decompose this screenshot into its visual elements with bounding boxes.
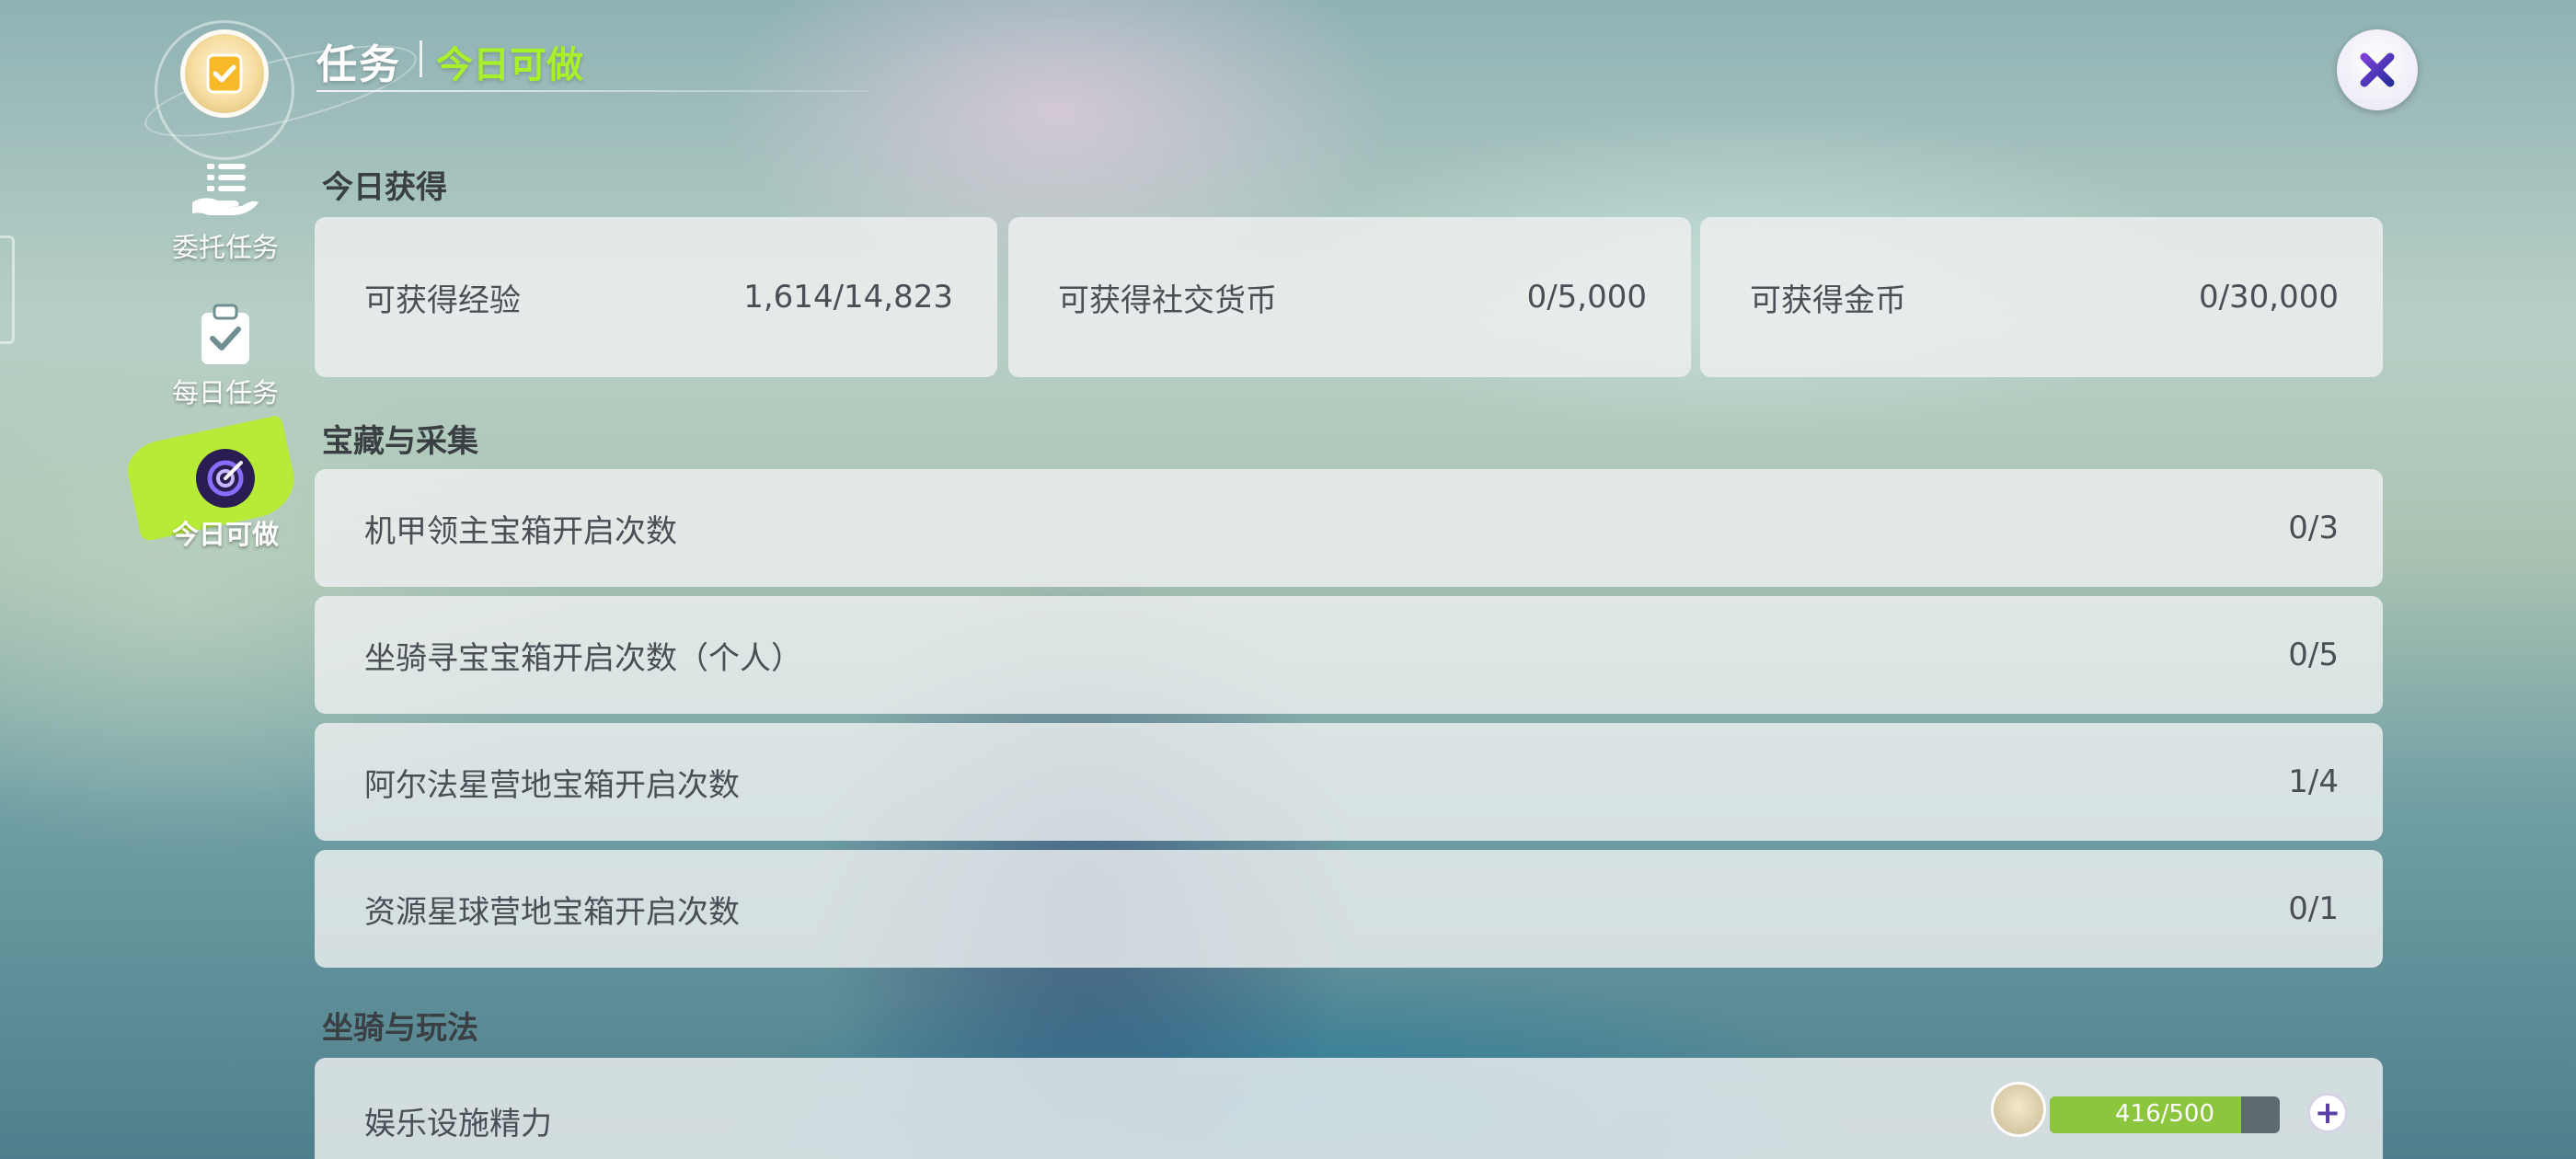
gain-card-label: 可获得金币: [1750, 281, 1906, 319]
gain-card-gold[interactable]: 可获得金币 0/30,000: [1700, 217, 2383, 377]
list-item[interactable]: 坐骑寻宝宝箱开启次数（个人） 0/5: [315, 596, 2383, 714]
page-title: 任务: [316, 41, 401, 88]
gain-card-label: 可获得经验: [364, 281, 521, 319]
list-item-value: 1/4: [2288, 763, 2339, 800]
energy-progress-text: 416/500: [2114, 1100, 2214, 1128]
gain-card-label: 可获得社交货币: [1058, 281, 1277, 319]
task-clipboard-icon: [180, 29, 269, 118]
list-item-label: 坐骑寻宝宝箱开启次数（个人）: [364, 639, 802, 677]
close-x-icon: [2360, 52, 2395, 87]
target-icon: [196, 449, 255, 508]
list-item[interactable]: 娱乐设施精力 416/500 +: [315, 1058, 2383, 1159]
sidebar-item-daily-tasks[interactable]: 每日任务: [156, 304, 294, 410]
list-item-label: 机甲领主宝箱开启次数: [364, 512, 677, 550]
energy-icon: [1991, 1082, 2046, 1137]
gain-card-value: 0/30,000: [2198, 279, 2339, 316]
sidebar-edge-tab: [0, 235, 15, 344]
gain-card-exp[interactable]: 可获得经验 1,614/14,823: [315, 217, 997, 377]
header-underline: [316, 90, 868, 92]
list-item-label: 阿尔法星营地宝箱开启次数: [364, 766, 740, 804]
page-subtitle: 今日可做: [436, 44, 583, 86]
clipboard-check-icon: [201, 304, 249, 364]
list-item[interactable]: 机甲领主宝箱开启次数 0/3: [315, 469, 2383, 587]
list-item[interactable]: 阿尔法星营地宝箱开启次数 1/4: [315, 723, 2383, 841]
gain-card-value: 0/5,000: [1526, 279, 1647, 316]
list-item-label: 娱乐设施精力: [364, 1106, 552, 1142]
hand-list-icon: [192, 164, 259, 215]
add-energy-button[interactable]: +: [2307, 1093, 2348, 1133]
list-item-value: 0/1: [2288, 890, 2339, 927]
list-item-value: 0/5: [2288, 637, 2339, 673]
section-title-today-gain: 今日获得: [322, 169, 447, 206]
title-divider: [420, 40, 422, 77]
sidebar-item-label: 每日任务: [171, 377, 279, 408]
sidebar-item-commission-tasks[interactable]: 委托任务: [156, 158, 294, 265]
list-item[interactable]: 资源星球营地宝箱开启次数 0/1: [315, 850, 2383, 968]
gain-card-value: 1,614/14,823: [743, 279, 953, 316]
sidebar-item-label: 委托任务: [171, 232, 279, 263]
list-item-value: 0/3: [2288, 510, 2339, 546]
gain-card-social-currency[interactable]: 可获得社交货币 0/5,000: [1008, 217, 1691, 377]
section-title-mounts: 坐骑与玩法: [322, 1010, 478, 1047]
sidebar-item-label: 今日可做: [171, 519, 279, 550]
sidebar-item-today-doable[interactable]: 今日可做: [156, 449, 294, 552]
energy-progress-bar: 416/500: [2050, 1096, 2280, 1133]
list-item-label: 资源星球营地宝箱开启次数: [364, 893, 740, 931]
close-button[interactable]: [2337, 29, 2418, 110]
section-title-treasure: 宝藏与采集: [322, 423, 478, 460]
